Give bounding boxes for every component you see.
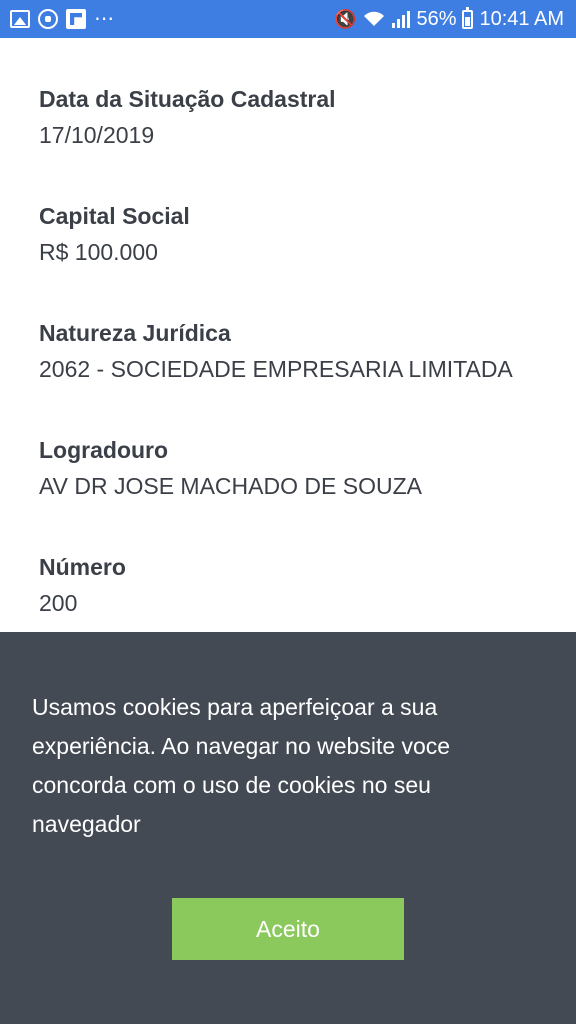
field-data-situacao: Data da Situação Cadastral 17/10/2019 bbox=[39, 82, 539, 155]
field-value: AV DR JOSE MACHADO DE SOUZA bbox=[39, 473, 422, 499]
field-numero: Número 200 bbox=[39, 550, 539, 623]
field-label: Natureza Jurídica bbox=[39, 320, 231, 346]
company-details: Data da Situação Cadastral 17/10/2019 Ca… bbox=[39, 82, 539, 667]
battery-percent: 56% bbox=[416, 7, 457, 30]
mute-icon: 🔇 bbox=[334, 8, 357, 29]
accept-cookies-button[interactable]: Aceito bbox=[172, 898, 404, 960]
wifi-icon bbox=[364, 11, 385, 26]
status-bar-left: ⋯ bbox=[10, 0, 115, 38]
field-value: 200 bbox=[39, 590, 78, 616]
more-dots-icon: ⋯ bbox=[94, 8, 115, 30]
clock: 10:41 AM bbox=[479, 7, 564, 30]
cookie-message: Usamos cookies para aperfeiçoar a sua ex… bbox=[32, 694, 451, 837]
whatsapp-icon bbox=[38, 9, 58, 29]
field-value: 2062 - SOCIEDADE EMPRESARIA LIMITADA bbox=[39, 356, 513, 382]
field-logradouro: Logradouro AV DR JOSE MACHADO DE SOUZA bbox=[39, 433, 539, 506]
field-label: Capital Social bbox=[39, 203, 190, 229]
field-natureza-juridica: Natureza Jurídica 2062 - SOCIEDADE EMPRE… bbox=[39, 316, 539, 389]
field-label: Data da Situação Cadastral bbox=[39, 86, 336, 112]
field-label: Número bbox=[39, 554, 126, 580]
field-label: Logradouro bbox=[39, 437, 169, 463]
flipboard-icon bbox=[66, 9, 86, 29]
battery-icon bbox=[462, 6, 474, 29]
field-value: 17/10/2019 bbox=[39, 122, 155, 148]
signal-icon bbox=[392, 10, 411, 28]
gallery-icon bbox=[10, 10, 30, 28]
status-bar-right: 🔇 56% 10:41 AM bbox=[334, 0, 564, 38]
field-capital-social: Capital Social R$ 100.000 bbox=[39, 199, 539, 272]
field-value: R$ 100.000 bbox=[39, 239, 158, 265]
status-bar: ⋯ 🔇 56% 10:41 AM bbox=[0, 0, 576, 38]
